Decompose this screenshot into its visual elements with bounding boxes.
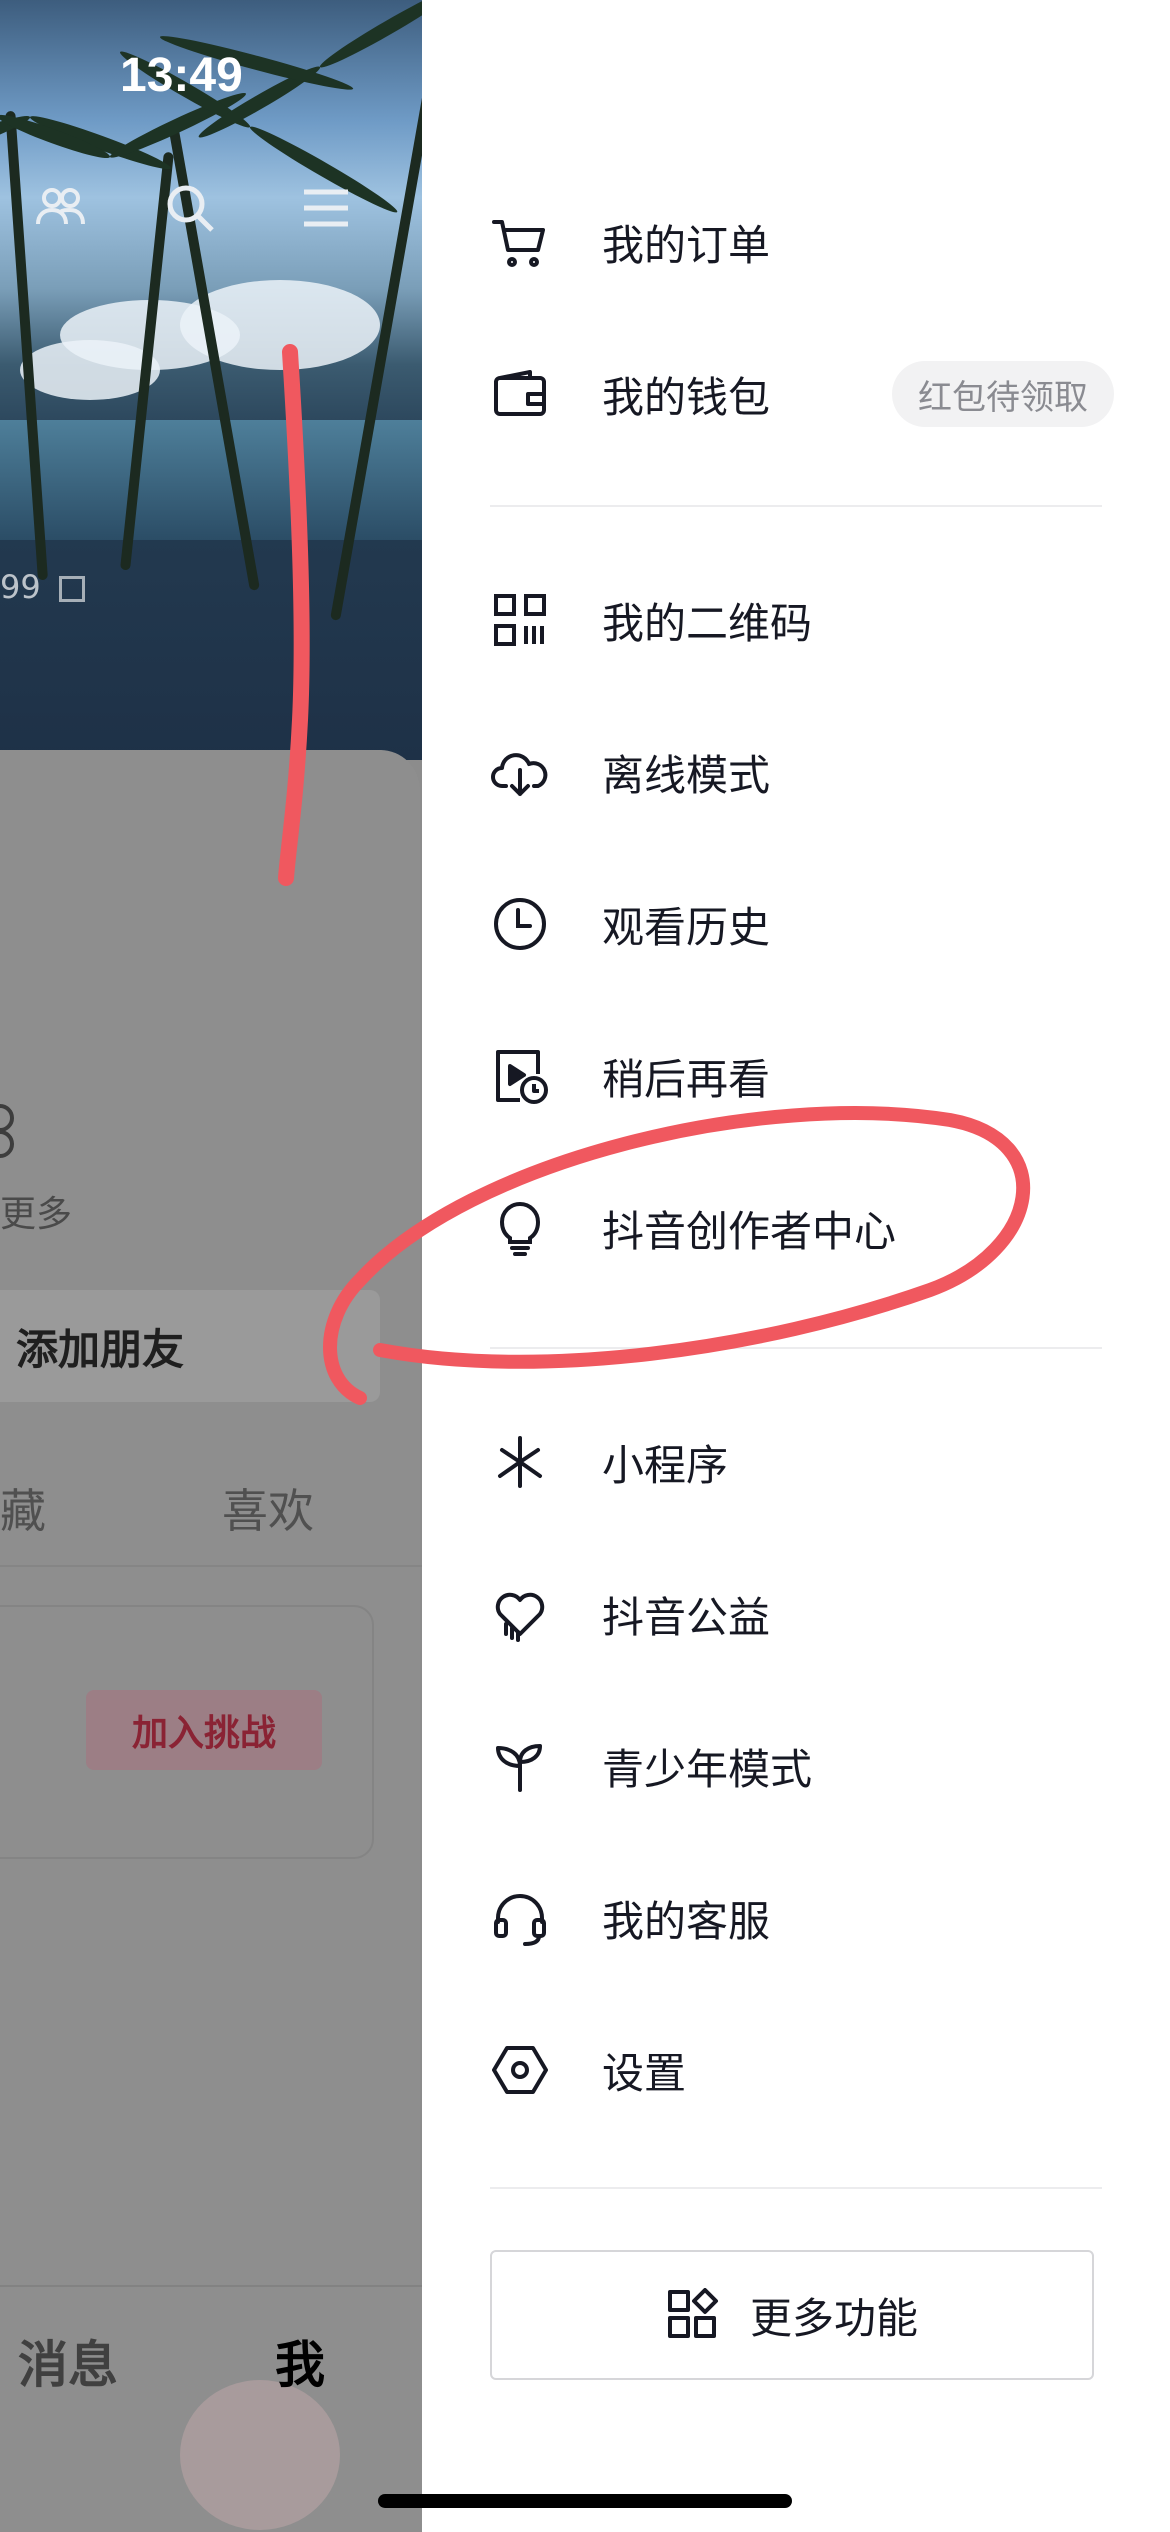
- more-glyph-icon: [0, 1100, 18, 1160]
- status-bar-time: 13:49: [120, 49, 243, 102]
- menu-item-qr-code[interactable]: 我的二维码: [422, 545, 1170, 695]
- menu-label: 我的二维码: [602, 598, 813, 648]
- menu-item-offline-mode[interactable]: 离线模式: [422, 697, 1170, 847]
- account-id-fragment: 99: [0, 568, 85, 606]
- menu-label: 抖音公益: [602, 1592, 771, 1642]
- side-menu-drawer: 我的订单 我的钱包 红包待领取 我的二维码 离线模式 观看历史 稍后再看 抖音创…: [422, 0, 1170, 2532]
- menu-label: 我的钱包: [602, 372, 771, 422]
- menu-item-orders[interactable]: 我的订单: [422, 167, 1170, 317]
- menu-label: 抖音创作者中心: [602, 1206, 897, 1256]
- decorative-mascot: [180, 2380, 340, 2530]
- nav-me[interactable]: 我: [275, 2325, 325, 2397]
- menu-item-watch-history[interactable]: 观看历史: [422, 849, 1170, 999]
- menu-item-charity[interactable]: 抖音公益: [422, 1539, 1170, 1689]
- menu-item-creator-center[interactable]: 抖音创作者中心: [422, 1153, 1170, 1303]
- menu-divider: [490, 505, 1102, 507]
- profile-page-dimmed[interactable]: 13:49 99 更多 添加朋友 藏 喜欢 加入挑战 消息 我: [0, 0, 422, 2532]
- tab-like[interactable]: 喜欢: [222, 1475, 314, 1541]
- sprout-icon: [490, 1736, 550, 1796]
- profile-cover-image: [0, 0, 422, 760]
- add-friend-button[interactable]: 添加朋友: [0, 1290, 380, 1402]
- menu-divider: [490, 2187, 1102, 2189]
- settings-hexagon-icon: [490, 2040, 550, 2100]
- headset-icon: [490, 1888, 550, 1948]
- search-icon[interactable]: [160, 178, 220, 238]
- clock-icon: [490, 894, 550, 954]
- menu-item-mini-programs[interactable]: 小程序: [422, 1387, 1170, 1537]
- menu-label: 稍后再看: [602, 1054, 771, 1104]
- menu-item-customer-service[interactable]: 我的客服: [422, 1843, 1170, 1993]
- menu-divider: [490, 1347, 1102, 1349]
- lightbulb-icon: [490, 1198, 550, 1258]
- join-challenge-label: 加入挑战: [131, 1713, 276, 1754]
- tabs-divider: [0, 1565, 422, 1567]
- nav-messages[interactable]: 消息: [18, 2325, 118, 2397]
- mini-program-icon: [490, 1432, 550, 1492]
- menu-label: 我的客服: [602, 1896, 771, 1946]
- qr-code-icon: [490, 590, 550, 650]
- charity-heart-icon: [490, 1584, 550, 1644]
- menu-label: 观看历史: [602, 902, 771, 952]
- bottom-nav-divider: [0, 2285, 422, 2287]
- menu-label: 设置: [602, 2048, 687, 2098]
- menu-icon[interactable]: [296, 178, 356, 238]
- friends-icon[interactable]: [30, 178, 90, 238]
- join-challenge-button[interactable]: 加入挑战: [86, 1690, 322, 1770]
- menu-item-teen-mode[interactable]: 青少年模式: [422, 1691, 1170, 1841]
- menu-label: 青少年模式: [602, 1744, 813, 1794]
- menu-label: 我的订单: [602, 220, 771, 270]
- menu-label: 离线模式: [602, 750, 771, 800]
- menu-item-watch-later[interactable]: 稍后再看: [422, 1001, 1170, 1151]
- tab-collect[interactable]: 藏: [0, 1475, 46, 1541]
- grid-apps-icon: [666, 2288, 720, 2342]
- watch-later-icon: [490, 1046, 550, 1106]
- add-friend-label: 添加朋友: [16, 1324, 185, 1374]
- red-packet-badge[interactable]: 红包待领取: [892, 361, 1114, 427]
- home-indicator: [378, 2494, 792, 2508]
- menu-item-settings[interactable]: 设置: [422, 1995, 1170, 2145]
- more-features-label: 更多功能: [749, 2293, 918, 2343]
- wallet-icon: [490, 364, 550, 424]
- menu-label: 小程序: [602, 1440, 729, 1490]
- qr-small-icon: [58, 576, 85, 602]
- more-features-button[interactable]: 更多功能: [490, 2250, 1094, 2380]
- cart-icon: [490, 212, 550, 272]
- cloud-download-icon: [490, 742, 550, 802]
- more-label[interactable]: 更多: [0, 1185, 72, 1237]
- menu-item-wallet[interactable]: 我的钱包 红包待领取: [422, 319, 1170, 469]
